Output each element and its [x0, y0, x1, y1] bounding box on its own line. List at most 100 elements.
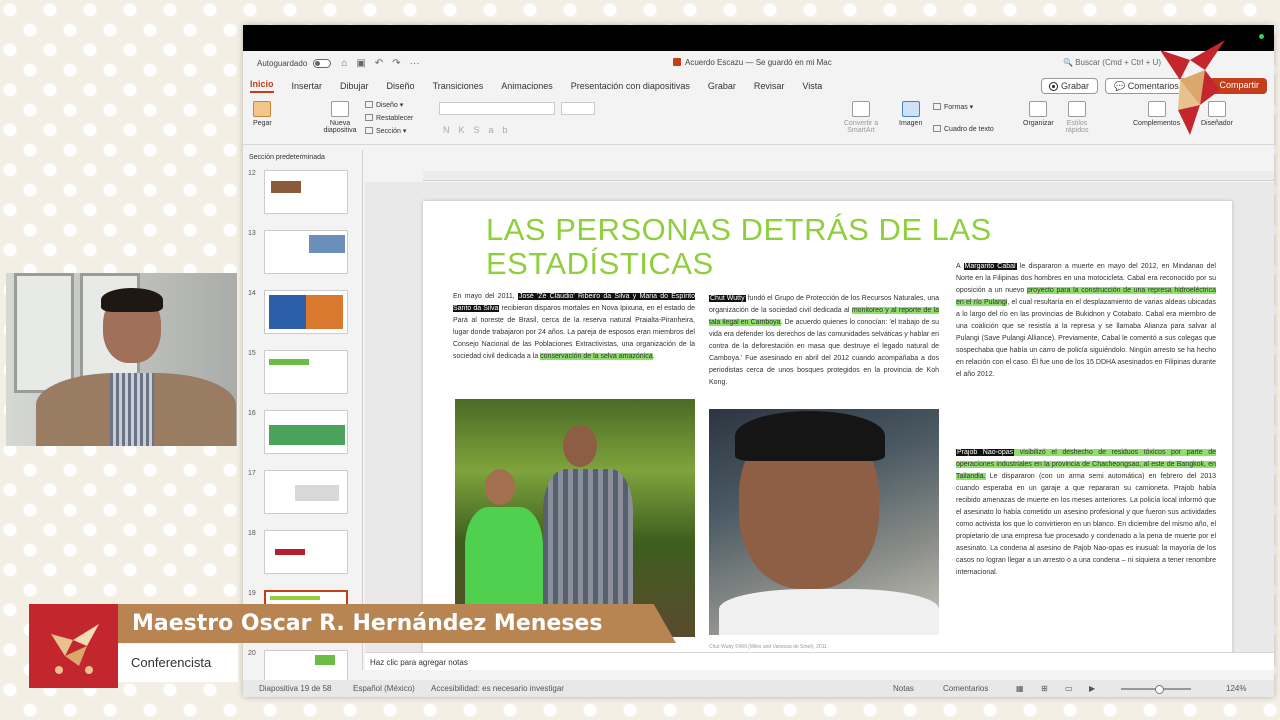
col2-text: . De acuerdo quienes lo conocían: 'el tr…: [709, 319, 939, 386]
search-field[interactable]: 🔍 Buscar (Cmd + Ctrl + U): [1063, 58, 1161, 67]
ribbon: Pegar Nueva diapositiva Diseño ▾ Restabl…: [243, 97, 1274, 145]
speaker-shirt: [110, 373, 154, 446]
record-icon: [1050, 83, 1057, 90]
save-icon[interactable]: ▣: [356, 58, 365, 69]
autosave-label: Autoguardado: [257, 58, 308, 68]
thumb-image: [264, 350, 348, 394]
thumb-number: 15: [248, 350, 256, 357]
thumbnail-slide-13[interactable]: 13: [243, 228, 363, 278]
thumbnail-slide-17[interactable]: 17: [243, 468, 363, 518]
autosave-toggle[interactable]: [313, 58, 332, 68]
speaker-role: Conferencista: [131, 655, 212, 670]
layout-icon: [365, 101, 373, 108]
quick-styles-button[interactable]: Estilos rápidos: [1063, 101, 1091, 134]
text-column-2[interactable]: Chut Wutty fundó el Grupo de Protección …: [709, 293, 939, 389]
col3b-text: Le dispararon (con un arma semi automáti…: [956, 473, 1216, 576]
home-icon[interactable]: ⌂: [341, 58, 347, 69]
thumb-number: 17: [248, 470, 256, 477]
speaker-name-bar: Maestro Oscar R. Hernández Meneses: [118, 604, 676, 643]
layout-label: Diseño: [376, 102, 398, 109]
reset-icon: [365, 114, 373, 121]
quick-styles-label: Estilos rápidos: [1065, 120, 1089, 134]
thumb-image: [264, 470, 348, 514]
tab-animaciones[interactable]: Animaciones: [501, 81, 553, 91]
shapes-icon: [933, 103, 941, 110]
redo-icon[interactable]: ↷: [392, 58, 400, 69]
tab-transiciones[interactable]: Transiciones: [433, 81, 484, 91]
thumbnail-slide-14[interactable]: 14: [243, 288, 363, 338]
section-icon: [365, 127, 373, 134]
record-label: Grabar: [1061, 81, 1090, 91]
tab-presentacion[interactable]: Presentación con diapositivas: [571, 81, 690, 91]
text-column-3a[interactable]: A Margarito Cabal le dispararon a muerte…: [956, 261, 1216, 381]
new-slide-button[interactable]: Nueva diapositiva: [321, 101, 359, 134]
text-format-buttons[interactable]: NKSab: [443, 125, 517, 135]
photo-chut-wutty[interactable]: [709, 409, 939, 635]
thumb-image: [264, 290, 348, 334]
arrange-button[interactable]: Organizar: [1023, 101, 1054, 127]
reset-button[interactable]: Restablecer: [365, 114, 413, 122]
slide-19[interactable]: LAS PERSONAS DETRÁS DE LAS ESTADÍSTICAS …: [423, 201, 1232, 656]
powerpoint-icon: [673, 58, 681, 66]
layout-button[interactable]: Diseño ▾: [365, 101, 403, 109]
section-button[interactable]: Sección ▾: [365, 127, 406, 135]
thumb-image: [264, 170, 348, 214]
window-top-bar: [243, 25, 1274, 51]
section-label: Sección: [376, 128, 401, 135]
paste-button[interactable]: Pegar: [253, 101, 272, 127]
record-button[interactable]: Grabar: [1041, 78, 1099, 94]
thumbnail-slide-18[interactable]: 18: [243, 528, 363, 578]
font-size-select[interactable]: [561, 102, 595, 115]
col3a-text: A: [956, 263, 964, 270]
thumbnail-slide-16[interactable]: 16: [243, 408, 363, 458]
thumbnail-slide-15[interactable]: 15: [243, 348, 363, 398]
image-icon: [901, 101, 920, 117]
thumbnail-slide-12[interactable]: 12: [243, 168, 363, 218]
hummingbird-emblem-icon: [51, 624, 99, 674]
notes-toggle[interactable]: Notas: [893, 684, 914, 693]
more-icon[interactable]: ···: [410, 58, 420, 69]
reset-label: Restablecer: [376, 115, 414, 122]
font-name-select[interactable]: [439, 102, 555, 115]
speaker-role-bar: Conferencista: [118, 644, 238, 682]
tab-grabar[interactable]: Grabar: [708, 81, 736, 91]
undo-icon[interactable]: ↶: [375, 58, 383, 69]
tab-revisar[interactable]: Revisar: [754, 81, 785, 91]
search-placeholder: Buscar (Cmd + Ctrl + U): [1075, 58, 1161, 67]
photo-couple[interactable]: [455, 399, 695, 637]
sorter-view-icon[interactable]: ⊞: [1041, 684, 1048, 693]
thumb-number: 12: [248, 170, 256, 177]
textbox-button[interactable]: Cuadro de texto: [933, 125, 994, 133]
text-column-3b[interactable]: Prajob Nao-opas visibilizó el deshecho d…: [956, 447, 1217, 579]
photo-caption: Chut Wutty ©Will (Miles and Vanessa de S…: [709, 644, 827, 650]
col1-text: .: [652, 353, 655, 360]
smartart-icon: [852, 101, 870, 117]
tab-diseno[interactable]: Diseño: [387, 81, 415, 91]
section-header[interactable]: Sección predeterminada: [249, 154, 362, 161]
tab-dibujar[interactable]: Dibujar: [340, 81, 369, 91]
webcam-feed: [6, 273, 237, 446]
thumb-number: 19: [248, 590, 256, 597]
new-slide-label: Nueva diapositiva: [323, 120, 357, 134]
tab-inicio[interactable]: Inicio: [250, 79, 274, 93]
tab-insertar[interactable]: Insertar: [292, 81, 323, 91]
zoom-slider[interactable]: [1121, 685, 1191, 694]
col1-highlight: conservación de la selva amazónica: [540, 353, 653, 360]
normal-view-icon[interactable]: ▦: [1016, 684, 1024, 693]
tab-vista[interactable]: Vista: [802, 81, 822, 91]
text-column-1[interactable]: En mayo del 2011, José 'Zé Cláudio' Ribe…: [453, 291, 695, 363]
image-button[interactable]: Imagen: [899, 101, 922, 127]
textbox-icon: [933, 125, 941, 132]
slideshow-view-icon[interactable]: ▶: [1089, 684, 1095, 693]
ribbon-tabs: Inicio Insertar Dibujar Diseño Transicio…: [243, 75, 1274, 97]
shapes-button[interactable]: Formas ▾: [933, 103, 973, 111]
textbox-label: Cuadro de texto: [944, 126, 994, 133]
smartart-button[interactable]: Convertir a SmartArt: [841, 101, 881, 134]
slide-thumbnails-panel: Sección predeterminada 12 13 14 15 16 17…: [243, 150, 363, 694]
smartart-label: Convertir a SmartArt: [843, 120, 879, 134]
comments-toggle[interactable]: Comentarios: [943, 684, 988, 693]
reading-view-icon[interactable]: ▭: [1065, 684, 1073, 693]
thumb-number: 14: [248, 290, 256, 297]
zoom-level[interactable]: 124%: [1226, 684, 1246, 693]
thumb-number: 18: [248, 530, 256, 537]
